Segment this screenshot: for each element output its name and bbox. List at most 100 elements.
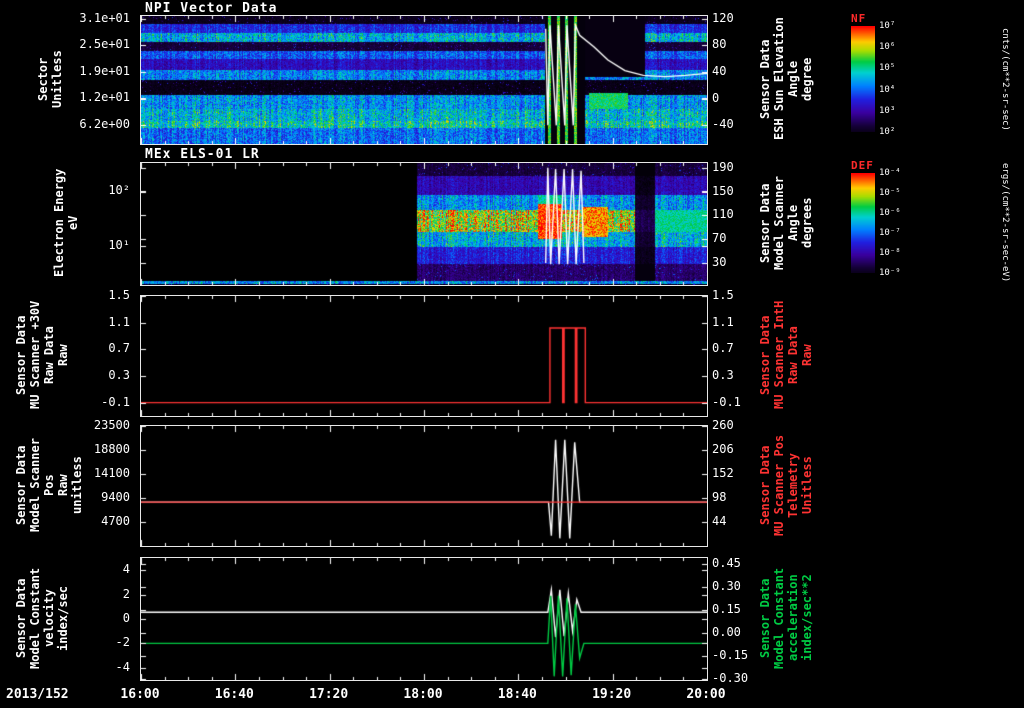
tick-label: 3.1e+01: [79, 10, 130, 25]
p1-left-axis-label: Sector Unitless: [36, 50, 64, 108]
panel-scanner-pos: Sensor Data Model Scanner Pos Raw unitle…: [0, 419, 1024, 547]
colorbar-tick-label: 10⁻⁸: [879, 248, 901, 258]
tick-label: 70: [712, 231, 727, 246]
tick-label: -2: [115, 635, 130, 650]
tick-label: 150: [712, 183, 734, 198]
tick-label: 40: [712, 63, 727, 78]
panel2-title: MEx ELS-01 LR: [145, 147, 260, 162]
time-tick-label: 16:00: [120, 687, 160, 702]
panel-mex-els: Electron Energy eV 10² 10¹ 190 150 110 70 30 …: [0, 159, 1024, 286]
time-tick-labels: 16:00 16:40 17:20 18:00 18:40 19:20 20:00: [120, 687, 725, 705]
tick-label: 1.1: [712, 314, 734, 329]
tick-label: 4700: [101, 514, 130, 528]
p2-overlay-canvas: [141, 163, 707, 285]
p1-overlay-canvas: [141, 16, 707, 144]
tick-label: 0.30: [712, 579, 741, 594]
tick-label: 0.3: [108, 368, 130, 383]
p5-right-ticks: 0.45 0.30 0.15 0.00 -0.15 -0.30: [709, 556, 757, 685]
time-tick-label: 20:00: [686, 687, 726, 702]
tick-label: 0.7: [108, 341, 130, 356]
p2-colorbar-title: DEF: [851, 159, 874, 172]
tick-label: 23500: [93, 418, 130, 432]
time-tick-label: 18:40: [497, 687, 537, 702]
colorbar-tick-label: 10⁵: [879, 63, 896, 74]
tick-label: 2: [122, 586, 130, 601]
tick-label: 190: [712, 159, 734, 174]
p4-plot-area: [140, 425, 708, 547]
p4-left-ticks: 23500 18800 14100 9400 4700: [70, 419, 134, 545]
time-tick-label: 16:40: [214, 687, 254, 702]
p5-left-ticks: 4 2 0 -2 -4: [70, 557, 134, 679]
p2-left-ticks: 10² 10¹: [70, 162, 134, 284]
panel-mu-scanner-raw: Sensor Data MU Scanner +30V Raw Data Raw…: [0, 289, 1024, 417]
tick-label: 2.5e+01: [79, 37, 130, 52]
colorbar-tick-label: 10⁻⁵: [879, 188, 901, 198]
tick-label: 1.1: [108, 314, 130, 329]
tick-label: 9400: [101, 490, 130, 504]
tick-label: 10²: [108, 183, 130, 198]
colorbar-tick-label: 10⁴: [879, 84, 896, 95]
tick-label: -0.15: [712, 647, 749, 662]
p1-colorbar-units: cnts/(cm**2-sr-sec): [1000, 27, 1010, 131]
tick-label: -4: [115, 659, 130, 674]
tick-label: -0.1: [101, 394, 130, 409]
p2-colorbar-gradient: [851, 173, 875, 273]
tick-label: 4: [122, 562, 130, 577]
date-label: 2013/152: [6, 687, 69, 702]
tick-label: -0.1: [712, 394, 741, 409]
p3-right-ticks: 1.5 1.1 0.7 0.3 -0.1: [709, 289, 757, 415]
p3-line-canvas: [141, 296, 707, 416]
p3-plot-area: [140, 295, 708, 417]
tick-label: 0: [712, 90, 720, 105]
tick-label: 0.15: [712, 601, 741, 616]
time-axis: 2013/152 16:00 16:40 17:20 18:00 18:40 19:20 2…: [0, 686, 1024, 706]
plot-page: NPI Vector Data MEx ELS-01 LR Sector Uni…: [0, 0, 1024, 708]
tick-label: 1.2e+01: [79, 90, 130, 105]
tick-label: 0.45: [712, 556, 741, 571]
colorbar-tick-label: 10⁻⁹: [879, 268, 901, 278]
colorbar-tick-label: 10⁷: [879, 21, 896, 31]
tick-label: 1.5: [712, 288, 734, 302]
tick-label: 98: [712, 490, 727, 504]
tick-label: 1.5: [108, 288, 130, 302]
time-tick-label: 18:00: [403, 687, 443, 702]
tick-label: 120: [712, 10, 734, 25]
tick-label: 260: [712, 418, 734, 432]
p1-right-axis-label: Sensor Data ESH Sun Elevation Angle degr…: [758, 17, 814, 141]
tick-label: -40: [712, 117, 734, 132]
tick-label: 0.3: [712, 368, 734, 383]
p3-left-ticks: 1.5 1.1 0.7 0.3 -0.1: [70, 289, 134, 415]
colorbar-tick-label: 10⁻⁶: [879, 208, 901, 218]
p5-right-axis-label: Sensor Data Model Constant acceleration …: [758, 567, 814, 669]
p3-right-axis-label: Sensor Data MU Scanner IntH Raw Data Raw: [758, 300, 814, 410]
tick-label: 110: [712, 207, 734, 222]
panel1-title: NPI Vector Data: [145, 1, 278, 16]
panel-npi-vector: Sector Unitless 3.1e+01 2.5e+01 1.9e+01 1.2…: [0, 10, 1024, 145]
p5-line-canvas: [141, 558, 707, 680]
time-tick-label: 19:20: [592, 687, 632, 702]
tick-label: 80: [712, 37, 727, 52]
panel-model-constant: Sensor Data Model Constant velocity inde…: [0, 556, 1024, 685]
tick-label: 152: [712, 466, 734, 480]
time-tick-label: 17:20: [309, 687, 349, 702]
p2-right-ticks: 190 150 110 70 30: [709, 159, 757, 284]
colorbar-tick-label: 10³: [879, 105, 896, 116]
tick-label: -0.30: [712, 670, 749, 685]
tick-label: 0.7: [712, 341, 734, 356]
p4-right-axis-label: Sensor Data MU Scanner Pos Telemetry Uni…: [758, 434, 814, 536]
p1-plot-area: [140, 15, 708, 145]
p1-right-ticks: 120 80 40 0 -40: [709, 10, 757, 143]
colorbar-tick-label: 10⁶: [879, 42, 896, 53]
tick-label: 10¹: [108, 237, 130, 252]
tick-label: 0.00: [712, 624, 741, 639]
colorbar-tick-label: 10⁻⁴: [879, 168, 901, 178]
p5-plot-area: [140, 557, 708, 681]
p4-line-canvas: [141, 426, 707, 546]
colorbar-tick-label: 10²: [879, 127, 896, 137]
tick-label: 1.9e+01: [79, 63, 130, 78]
tick-label: 30: [712, 255, 727, 270]
tick-label: 0: [122, 611, 130, 625]
p2-colorbar-units: ergs/(cm**2-sr-sec-eV): [1000, 163, 1010, 283]
p1-colorbar-gradient: [851, 26, 875, 132]
p2-right-axis-label: Sensor Data Model Scanner Angle degrees: [758, 176, 814, 270]
